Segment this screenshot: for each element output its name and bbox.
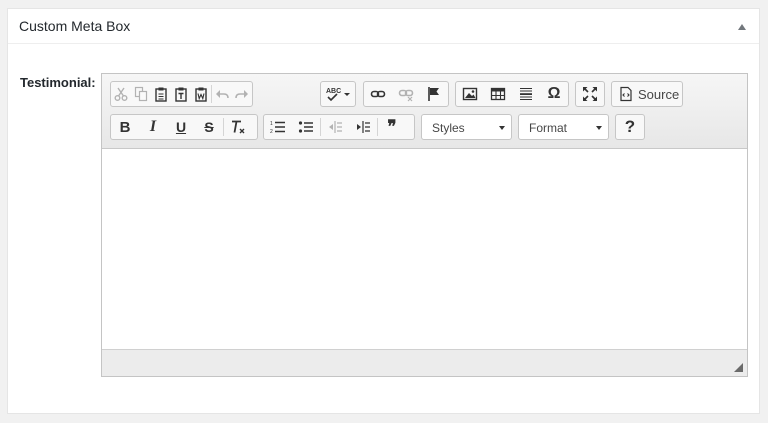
metabox-header[interactable]: Custom Meta Box [8, 9, 759, 44]
chevron-down-icon [596, 126, 602, 130]
link-group [363, 81, 449, 107]
rich-text-editor: ABC Ω Source B I U S 1 2 ❞ Styles Format… [101, 73, 748, 377]
testimonial-label: Testimonial: [20, 75, 96, 90]
horizontal-rule-icon[interactable] [512, 82, 540, 106]
underline-icon[interactable]: U [167, 115, 195, 139]
help-glyph: ? [624, 117, 636, 136]
paste-text-icon[interactable] [171, 82, 191, 106]
paragraph-group: 12 ❞ [263, 114, 415, 140]
basic-styles-group: B I U S [110, 114, 258, 140]
special-character-icon[interactable]: Ω [540, 82, 568, 106]
strike-glyph: S [204, 119, 214, 135]
styles-label: Styles [432, 121, 465, 135]
copy-icon[interactable] [131, 82, 151, 106]
outdent-icon[interactable] [321, 115, 349, 139]
underline-glyph: U [175, 119, 187, 135]
source-icon [620, 86, 632, 102]
svg-text:2: 2 [270, 129, 273, 135]
quote-glyph: ❞ [387, 117, 397, 136]
bold-icon[interactable]: B [111, 115, 139, 139]
bulleted-list-icon[interactable] [292, 115, 320, 139]
source-button[interactable]: Source [612, 82, 682, 106]
paste-icon[interactable] [151, 82, 171, 106]
blockquote-icon[interactable]: ❞ [378, 115, 406, 139]
editor-content-area[interactable] [102, 149, 747, 349]
table-icon[interactable] [484, 82, 512, 106]
italic-glyph: I [149, 118, 157, 135]
numbered-list-icon[interactable]: 12 [264, 115, 292, 139]
italic-icon[interactable]: I [139, 115, 167, 139]
insert-group: Ω [455, 81, 569, 107]
help-group: ? [615, 114, 645, 140]
collapse-toggle-icon[interactable] [738, 24, 746, 30]
source-label: Source [638, 86, 680, 102]
maximize-group [575, 81, 605, 107]
spellcheck-group: ABC [320, 81, 356, 107]
indent-icon[interactable] [349, 115, 377, 139]
resize-handle-icon[interactable] [734, 363, 743, 372]
link-icon[interactable] [364, 82, 392, 106]
chevron-down-icon [499, 126, 505, 130]
maximize-icon[interactable] [576, 82, 604, 106]
styles-dropdown[interactable]: Styles [421, 114, 512, 140]
editor-status-bar [102, 349, 747, 376]
clipboard-group [110, 81, 253, 107]
remove-format-icon[interactable] [224, 115, 252, 139]
cut-icon[interactable] [111, 82, 131, 106]
source-group: Source [611, 81, 683, 107]
format-label: Format [529, 121, 568, 135]
image-icon[interactable] [456, 82, 484, 106]
help-icon[interactable]: ? [616, 115, 644, 139]
strikethrough-icon[interactable]: S [195, 115, 223, 139]
format-dropdown[interactable]: Format [518, 114, 609, 140]
omega-glyph: Ω [547, 85, 561, 102]
redo-icon[interactable] [232, 82, 252, 106]
anchor-flag-icon[interactable] [420, 82, 448, 106]
unlink-icon[interactable] [392, 82, 420, 106]
custom-meta-box: Custom Meta Box Testimonial: ABC Ω Sourc… [7, 8, 760, 414]
editor-toolbar: ABC Ω Source B I U S 1 2 ❞ Styles Format… [102, 74, 747, 149]
bold-glyph: B [119, 118, 131, 136]
spellcheck-icon[interactable]: ABC [321, 82, 355, 106]
undo-icon[interactable] [212, 82, 232, 106]
svg-text:ABC: ABC [326, 88, 341, 95]
metabox-title: Custom Meta Box [19, 18, 131, 34]
svg-text:1: 1 [270, 121, 273, 127]
paste-from-word-icon[interactable] [191, 82, 211, 106]
